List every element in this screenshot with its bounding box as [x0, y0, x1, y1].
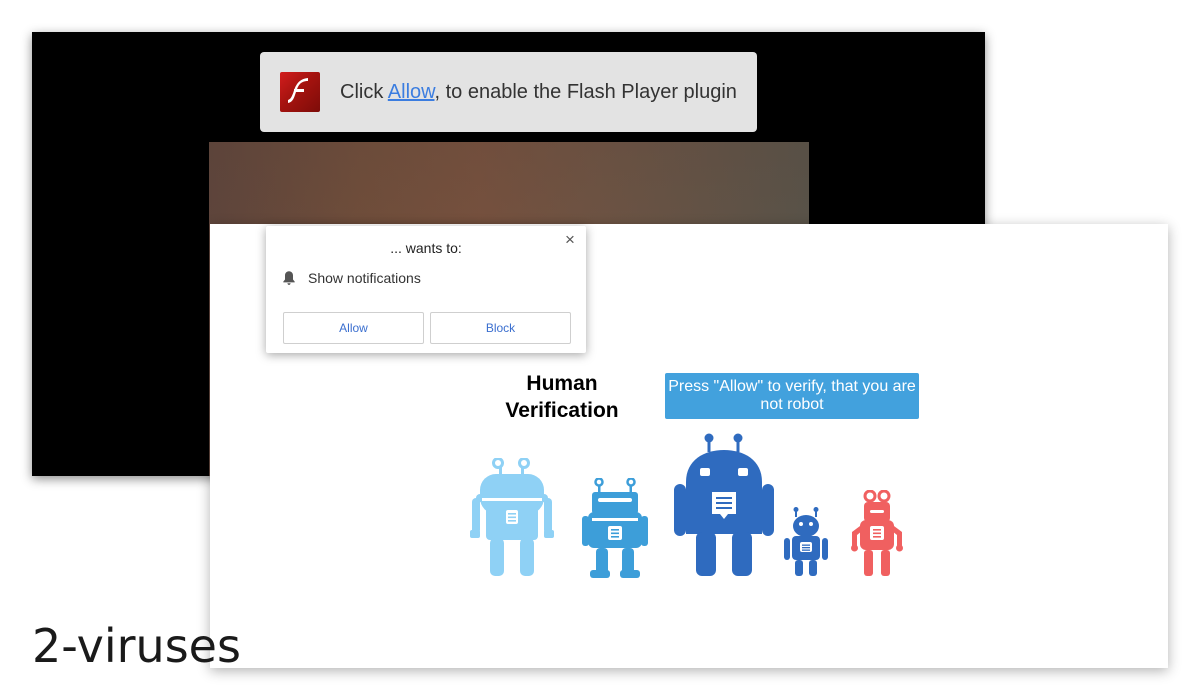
flash-text-prefix: Click [340, 81, 388, 103]
robot-navy-large-icon [674, 433, 774, 576]
robot-red-icon [851, 490, 903, 576]
permission-label: Show notifications [308, 270, 421, 286]
verification-page-screenshot: ... wants to: × Show notifications Allow… [210, 224, 1168, 668]
page-title: Human Verification [482, 370, 642, 424]
flash-player-icon [280, 72, 320, 112]
close-icon[interactable]: × [562, 231, 578, 248]
allow-instruction-banner: Press "Allow" to verify, that you are no… [665, 373, 919, 419]
prompt-title: ... wants to: [390, 240, 462, 256]
block-button[interactable]: Block [430, 312, 571, 344]
bell-icon [283, 271, 295, 285]
site-watermark: 2-viruses [32, 619, 241, 673]
allow-button[interactable]: Allow [283, 312, 424, 344]
flash-banner: Click Allow, to enable the Flash Player … [260, 52, 757, 132]
permission-row: Show notifications [282, 268, 421, 288]
title-line-2: Verification [505, 399, 619, 422]
notification-permission-prompt: ... wants to: × Show notifications Allow… [266, 226, 586, 353]
title-line-1: Human [526, 372, 598, 395]
flash-text-suffix: , to enable the Flash Player plugin [434, 81, 737, 103]
robot-navy-small-icon [784, 507, 828, 576]
flash-banner-text: Click Allow, to enable the Flash Player … [340, 80, 737, 104]
allow-link[interactable]: Allow [388, 81, 435, 103]
robot-sky-blue-icon [582, 478, 648, 578]
robot-light-blue-icon [470, 458, 554, 576]
composite-screenshot: Click Allow, to enable the Flash Player … [0, 0, 1200, 700]
